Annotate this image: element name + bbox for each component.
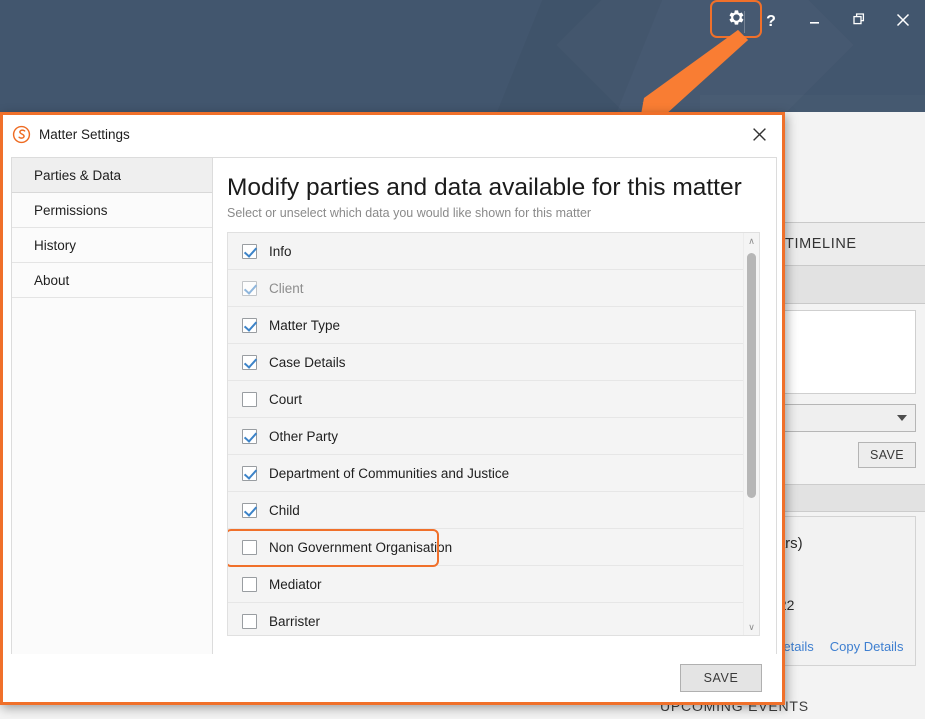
- list-item-barrister[interactable]: Barrister: [228, 603, 743, 636]
- list-item-court[interactable]: Court: [228, 381, 743, 419]
- list-item-label: Court: [269, 391, 303, 407]
- dialog-body: Parties & Data Permissions History About…: [11, 157, 777, 660]
- help-button[interactable]: ?: [749, 6, 793, 38]
- list-item-label: Child: [269, 502, 300, 518]
- dialog-main-pane: Modify parties and data available for th…: [213, 158, 776, 659]
- list-item-non-government-organisation[interactable]: Non Government Organisation: [228, 529, 743, 568]
- list-item-case-details[interactable]: Case Details: [228, 344, 743, 382]
- scroll-down-arrow-icon[interactable]: ∨: [744, 619, 759, 635]
- checkbox-mediator[interactable]: [242, 576, 257, 592]
- background-save-button[interactable]: SAVE: [858, 442, 916, 468]
- dialog-close-button[interactable]: [744, 119, 774, 149]
- close-icon: [896, 13, 910, 32]
- dialog-title: Matter Settings: [39, 126, 130, 142]
- list-item-matter-type[interactable]: Matter Type: [228, 307, 743, 345]
- list-item-label: Non Government Organisation: [269, 539, 453, 555]
- list-item-label: Case Details: [269, 354, 346, 370]
- question-mark-icon: ?: [766, 13, 776, 30]
- list-item-mediator[interactable]: Mediator: [228, 566, 743, 604]
- save-button[interactable]: SAVE: [680, 664, 762, 692]
- spiral-s-logo-icon: [11, 124, 31, 144]
- sidebar-item-parties-and-data[interactable]: Parties & Data: [12, 158, 212, 193]
- list-item-child[interactable]: Child: [228, 492, 743, 530]
- list-item-label: Other Party: [269, 428, 339, 444]
- list-item-label: Matter Type: [269, 317, 341, 333]
- checkbox-info[interactable]: [242, 243, 257, 259]
- checkbox-barrister[interactable]: [242, 613, 257, 629]
- checkbox-child[interactable]: [242, 502, 257, 518]
- sidebar-item-label: Parties & Data: [34, 167, 122, 183]
- sidebar-item-history[interactable]: History: [12, 228, 212, 263]
- data-list: Info Client Matter Type Case Details Cou…: [228, 233, 743, 636]
- checkbox-matter-type[interactable]: [242, 317, 257, 333]
- list-item-label: Department of Communities and Justice: [269, 465, 510, 481]
- list-item-info[interactable]: Info: [228, 233, 743, 271]
- checkbox-department-of-communities-and-justice[interactable]: [242, 465, 257, 481]
- list-item-label: Info: [269, 243, 292, 259]
- list-item-other-party[interactable]: Other Party: [228, 418, 743, 456]
- checkbox-court[interactable]: [242, 391, 257, 407]
- sidebar-item-label: About: [34, 272, 70, 288]
- data-list-container: Info Client Matter Type Case Details Cou…: [227, 232, 760, 637]
- checkbox-case-details[interactable]: [242, 354, 257, 370]
- dialog-footer: SAVE: [3, 654, 782, 702]
- window-controls: ?: [740, 0, 925, 44]
- matter-settings-dialog: Matter Settings Parties & Data Permissio…: [0, 112, 785, 705]
- page-subtitle: Select or unselect which data you would …: [227, 206, 592, 221]
- data-list-scrollbar[interactable]: ∧ ∨: [743, 233, 759, 636]
- minimize-icon: [809, 13, 821, 31]
- titlebar-divider: [744, 11, 745, 33]
- checkbox-other-party[interactable]: [242, 428, 257, 444]
- sidebar-item-label: History: [34, 237, 77, 253]
- annotation-arrow: [620, 28, 760, 123]
- page-title: Modify parties and data available for th…: [227, 174, 742, 201]
- list-item-label: Barrister: [269, 613, 321, 629]
- scroll-up-arrow-icon[interactable]: ∧: [744, 233, 759, 249]
- minimize-button[interactable]: [793, 6, 837, 38]
- link-copy-details[interactable]: Copy Details: [830, 639, 904, 654]
- tab-timeline[interactable]: TIMELINE: [785, 236, 857, 252]
- sidebar-item-permissions[interactable]: Permissions: [12, 193, 212, 228]
- checkbox-non-government-organisation[interactable]: [242, 539, 257, 555]
- sidebar-item-label: Permissions: [34, 202, 108, 218]
- chevron-down-icon: [897, 415, 907, 421]
- list-item-department-of-communities-and-justice[interactable]: Department of Communities and Justice: [228, 455, 743, 493]
- sidebar-item-about[interactable]: About: [12, 263, 212, 298]
- app-window: TIMELINE ne Manassa SAVE years) 122 w De…: [0, 0, 925, 719]
- close-button[interactable]: [881, 6, 925, 38]
- restore-button[interactable]: [837, 6, 881, 38]
- list-item-label: Mediator: [269, 576, 322, 592]
- dialog-titlebar: Matter Settings: [3, 115, 782, 153]
- list-item-client: Client: [228, 270, 743, 308]
- restore-window-icon: [852, 13, 866, 31]
- scrollbar-thumb[interactable]: [747, 253, 756, 499]
- dialog-sidebar: Parties & Data Permissions History About: [12, 158, 213, 659]
- list-item-label: Client: [269, 280, 304, 296]
- checkbox-client: [242, 280, 257, 296]
